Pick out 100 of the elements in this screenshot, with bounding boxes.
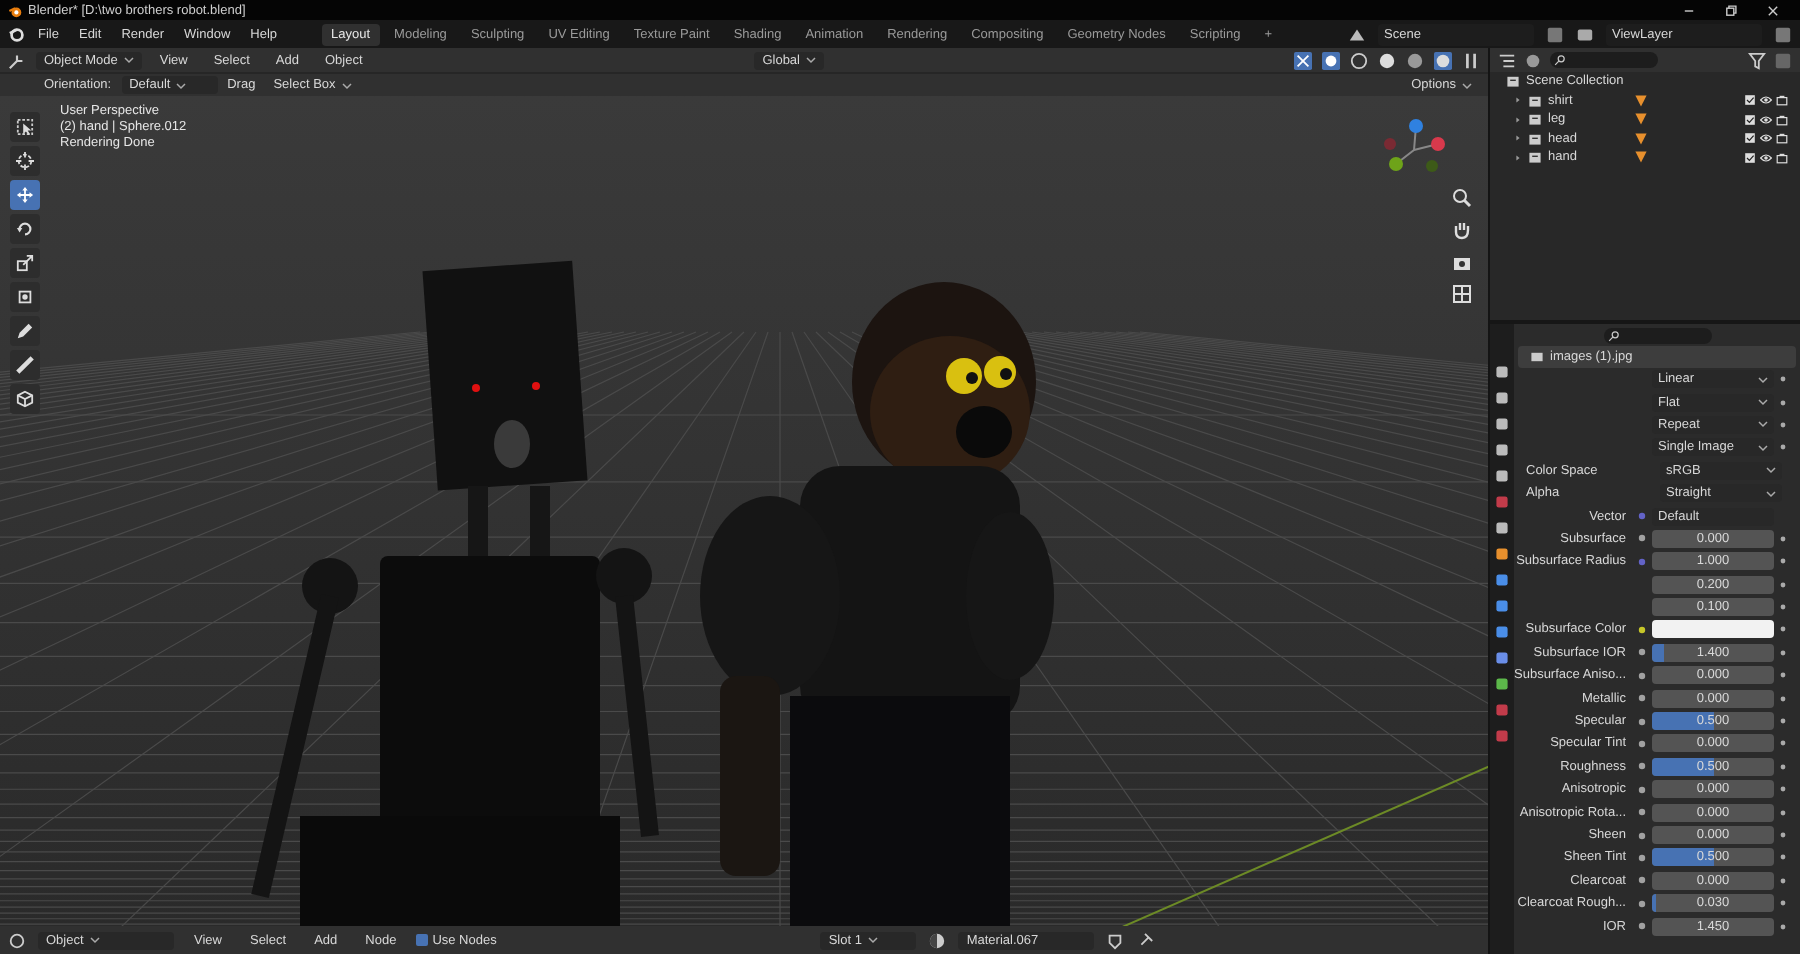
eye-icon[interactable] xyxy=(1760,94,1772,107)
checkbox-icon[interactable] xyxy=(1744,94,1756,107)
socket-icon[interactable] xyxy=(1638,717,1646,726)
search-field[interactable] xyxy=(1603,327,1711,343)
close-icon[interactable] xyxy=(1766,3,1780,17)
move-tool-button[interactable] xyxy=(10,180,40,210)
object-box-icon xyxy=(1528,112,1542,127)
keyframe-dot-icon[interactable] xyxy=(1779,672,1785,679)
pencil-icon xyxy=(16,322,34,340)
scale-icon xyxy=(16,254,34,272)
caret-icon xyxy=(176,81,187,89)
socket-icon[interactable] xyxy=(1638,739,1646,748)
caret-icon xyxy=(1462,81,1472,89)
socket-icon[interactable] xyxy=(1638,671,1646,680)
image-icon[interactable] xyxy=(1530,350,1544,364)
camera-icon[interactable] xyxy=(1776,94,1788,107)
keyframe-dot-icon[interactable] xyxy=(1779,695,1785,702)
caret-icon xyxy=(89,936,100,944)
keyframe-dot-icon[interactable] xyxy=(1779,649,1785,656)
socket-icon[interactable] xyxy=(1638,853,1646,862)
socket-icon[interactable] xyxy=(1638,785,1646,794)
socket-icon[interactable] xyxy=(1638,648,1646,657)
caret-icon xyxy=(341,81,352,89)
gizmo-toggle-icon[interactable] xyxy=(1294,51,1312,69)
keyframe-dot-icon[interactable] xyxy=(1779,763,1785,770)
maximize-icon[interactable] xyxy=(1724,3,1738,17)
socket-icon[interactable] xyxy=(1638,534,1646,543)
socket-icon[interactable] xyxy=(1638,808,1646,817)
camera-icon[interactable] xyxy=(1452,252,1472,272)
color-swatch[interactable] xyxy=(1652,620,1774,639)
select-box-icon xyxy=(16,118,34,136)
camera-icon[interactable] xyxy=(1776,151,1788,164)
add-cube-tool-button[interactable] xyxy=(10,384,40,414)
editor-type-icon[interactable] xyxy=(8,51,26,69)
socket-icon[interactable] xyxy=(1638,876,1646,885)
move-icon xyxy=(16,186,34,204)
editor-type-icon[interactable] xyxy=(8,931,26,949)
overlay-toggle-icon[interactable] xyxy=(1322,51,1340,69)
eye-icon[interactable] xyxy=(1760,113,1772,126)
search-icon xyxy=(1607,329,1619,341)
keyframe-dot-icon[interactable] xyxy=(1779,558,1785,565)
caret-icon xyxy=(1758,398,1768,407)
keyframe-dot-icon[interactable] xyxy=(1779,376,1785,383)
socket-icon[interactable] xyxy=(1638,922,1646,931)
keyframe-dot-icon[interactable] xyxy=(1779,854,1785,861)
outliner-icon[interactable] xyxy=(1498,51,1516,69)
keyframe-dot-icon[interactable] xyxy=(1779,877,1785,884)
eye-icon[interactable] xyxy=(1760,151,1772,164)
cursor-tool-button[interactable] xyxy=(10,146,40,176)
search-field[interactable] xyxy=(1550,52,1658,68)
socket-icon[interactable] xyxy=(1638,762,1646,771)
rendered-shading-icon[interactable] xyxy=(1434,51,1452,69)
camera-icon[interactable] xyxy=(1776,113,1788,126)
socket-icon[interactable] xyxy=(1638,694,1646,703)
select-box-tool-button[interactable] xyxy=(10,112,40,142)
transform-tool-button[interactable] xyxy=(10,282,40,312)
pin-icon[interactable] xyxy=(1136,931,1155,949)
keyframe-dot-icon[interactable] xyxy=(1779,421,1785,428)
keyframe-dot-icon[interactable] xyxy=(1779,444,1785,451)
keyframe-dot-icon[interactable] xyxy=(1779,809,1785,816)
keyframe-dot-icon[interactable] xyxy=(1779,900,1785,907)
grid-icon[interactable] xyxy=(1452,284,1472,304)
pause-icon[interactable] xyxy=(1462,51,1480,69)
checkbox-icon[interactable] xyxy=(1744,151,1756,164)
ruler-tool-button[interactable] xyxy=(10,350,40,380)
socket-icon[interactable] xyxy=(1638,625,1646,634)
wireframe-shading-icon[interactable] xyxy=(1350,51,1368,69)
rotate-tool-button[interactable] xyxy=(10,214,40,244)
socket-icon[interactable] xyxy=(1638,831,1646,839)
keyframe-dot-icon[interactable] xyxy=(1779,718,1785,725)
caret-icon xyxy=(1758,443,1768,452)
material-shading-icon[interactable] xyxy=(1406,51,1424,69)
camera-icon[interactable] xyxy=(1776,132,1788,145)
pencil-tool-button[interactable] xyxy=(10,316,40,346)
keyframe-dot-icon[interactable] xyxy=(1779,535,1785,542)
material-sphere-icon[interactable] xyxy=(928,931,947,949)
eye-icon[interactable] xyxy=(1760,132,1772,145)
hand-icon[interactable] xyxy=(1452,220,1472,240)
keyframe-dot-icon[interactable] xyxy=(1779,740,1785,747)
keyframe-dot-icon[interactable] xyxy=(1779,832,1785,838)
solid-shading-icon[interactable] xyxy=(1378,51,1396,69)
keyframe-dot-icon[interactable] xyxy=(1779,399,1785,406)
object-box-icon xyxy=(1528,131,1542,146)
keyframe-dot-icon[interactable] xyxy=(1779,786,1785,793)
zoom-icon[interactable] xyxy=(1452,188,1472,208)
keyframe-dot-icon[interactable] xyxy=(1779,581,1785,588)
filter-icon[interactable] xyxy=(1748,51,1766,69)
keyframe-dot-icon[interactable] xyxy=(1779,626,1785,633)
keyframe-dot-icon[interactable] xyxy=(1779,604,1785,611)
cursor-icon xyxy=(16,152,34,170)
checkbox-icon[interactable] xyxy=(1744,113,1756,126)
keyframe-dot-icon[interactable] xyxy=(1779,923,1785,930)
transform-icon xyxy=(16,288,34,306)
scale-tool-button[interactable] xyxy=(10,248,40,278)
caret-icon xyxy=(1766,489,1776,498)
socket-icon[interactable] xyxy=(1638,899,1646,908)
checkbox-icon[interactable] xyxy=(1744,132,1756,145)
caret-icon xyxy=(123,56,134,64)
blender-logo-icon[interactable] xyxy=(8,25,26,43)
rotate-icon xyxy=(16,220,34,238)
